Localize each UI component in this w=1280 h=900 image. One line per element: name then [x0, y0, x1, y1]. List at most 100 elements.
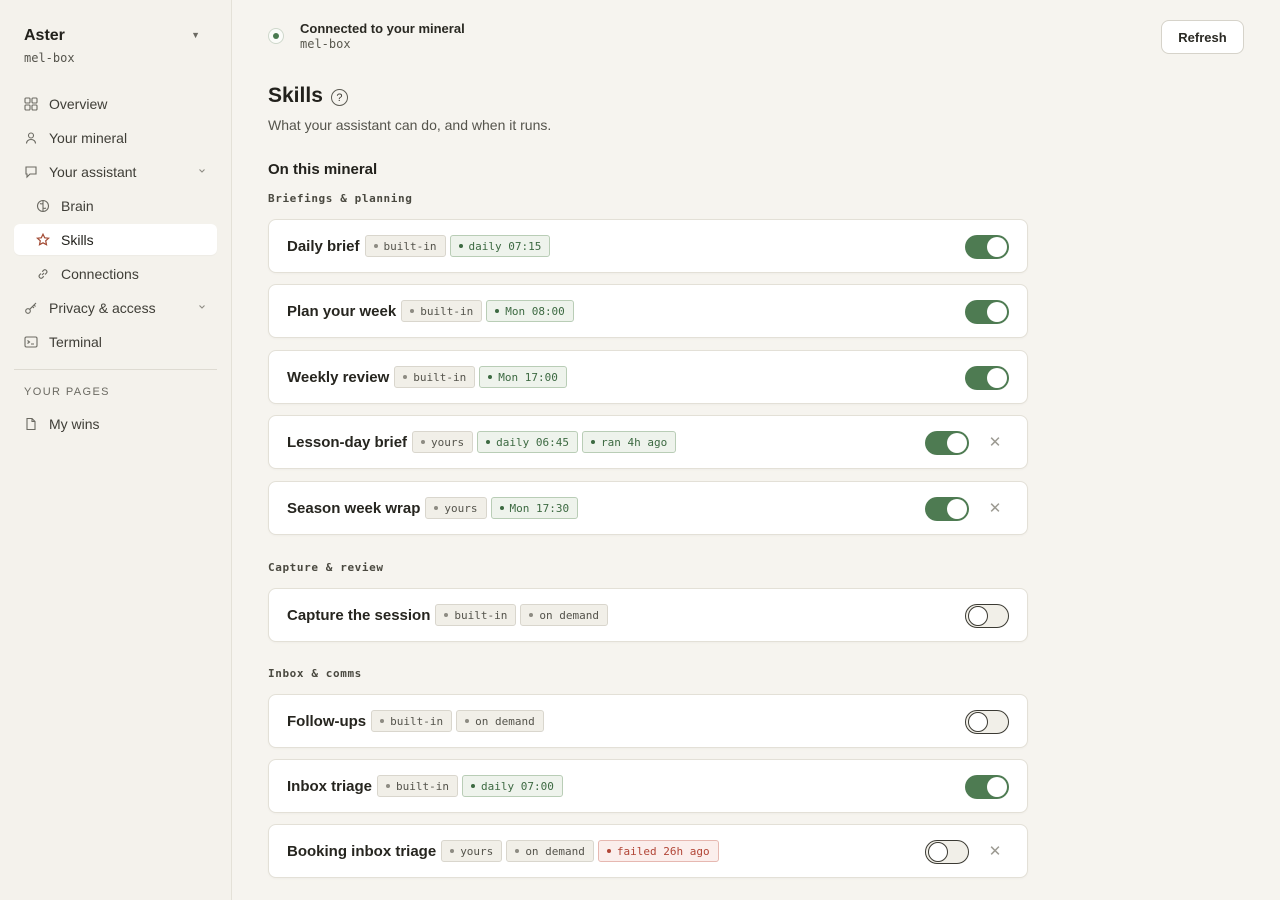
close-icon[interactable]: ✕ [987, 842, 1003, 860]
skill-name: Booking inbox triage [287, 842, 437, 860]
workspace-name: Aster [24, 27, 65, 44]
skill-tag: Mon 17:30 [490, 497, 579, 519]
chevron-down-icon [199, 169, 205, 173]
tag-dot-icon [465, 719, 470, 723]
tag-label: daily 07:00 [481, 779, 554, 793]
page-title-row: Skills ? [268, 84, 348, 108]
caret-down-icon: ▼ [191, 30, 200, 40]
skill-toggle[interactable] [965, 604, 1009, 628]
workspace-host: mel-box [24, 51, 75, 65]
tag-dot-icon [495, 309, 500, 313]
skill-name: Plan your week [287, 302, 397, 320]
skill-toggle[interactable] [925, 431, 969, 455]
skill-toggle[interactable] [965, 235, 1009, 259]
skill-name: Daily brief [287, 237, 360, 255]
skill-toggle[interactable] [965, 366, 1009, 390]
tag-dot-icon [410, 309, 415, 313]
skill-card: Weekly review built-in Mon 17:00 [268, 350, 1028, 404]
sidebar-item-your-mineral[interactable]: Your mineral [14, 122, 217, 153]
close-icon[interactable]: ✕ [987, 499, 1003, 517]
toggle-knob [968, 712, 988, 732]
tag-label: built-in [454, 608, 508, 622]
key-icon [24, 301, 38, 315]
toggle-knob [987, 368, 1007, 388]
skill-toggle[interactable] [965, 710, 1009, 734]
toggle-knob [968, 606, 988, 626]
sidebar-item-your-assistant[interactable]: Your assistant [14, 156, 217, 187]
toggle-knob [987, 777, 1007, 797]
sidebar-item-label: Connections [61, 265, 139, 282]
skill-toggle[interactable] [925, 497, 969, 521]
status-indicator-icon [268, 28, 284, 44]
tag-label: daily 07:15 [468, 239, 542, 253]
tag-label: built-in [420, 304, 474, 318]
refresh-button[interactable]: Refresh [1161, 20, 1244, 54]
skill-toggle[interactable] [925, 840, 969, 864]
skill-name: Capture the session [287, 606, 431, 624]
tag-dot-icon [486, 440, 491, 444]
sidebar-item-privacy-access[interactable]: Privacy & access [14, 292, 217, 323]
sidebar-item-label: Skills [61, 231, 94, 248]
sidebar-item-connections[interactable]: Connections [14, 258, 217, 289]
tag-dot-icon [434, 506, 439, 510]
tag-label: yours [431, 435, 465, 449]
skill-card: Capture the session built-in on demand [268, 588, 1028, 642]
grid-icon [24, 96, 38, 111]
sidebar-item-skills[interactable]: Skills [14, 224, 217, 255]
skill-tag: Mon 08:00 [486, 300, 574, 322]
workspace-switcher[interactable]: Aster mel-box ▼ [24, 27, 204, 67]
link-icon [36, 267, 50, 281]
skill-name: Follow-ups [287, 712, 367, 730]
tag-label: built-in [396, 779, 449, 793]
skill-tag: daily 06:45 [477, 431, 579, 453]
skill-tag: daily 07:15 [449, 235, 551, 257]
toggle-knob [947, 499, 967, 519]
tag-label: built-in [390, 714, 444, 728]
sidebar-item-terminal[interactable]: Terminal [14, 326, 217, 357]
tag-label: ran 4h ago [601, 435, 668, 449]
toggle-knob [987, 302, 1007, 322]
skill-toggle[interactable] [965, 300, 1009, 324]
connection-status: Connected to your mineral mel-box [268, 22, 465, 52]
tag-dot-icon [444, 613, 449, 617]
tag-dot-icon [471, 784, 475, 788]
skill-card: Inbox triage built-in daily 07:00 [268, 759, 1028, 813]
skill-card: Follow-ups built-in on demand [268, 694, 1028, 748]
skill-toggle[interactable] [965, 775, 1009, 799]
document-icon [24, 417, 38, 431]
chevron-down-icon [199, 305, 205, 309]
sidebar-item-brain[interactable]: Brain [14, 190, 217, 221]
skill-card: Booking inbox triage yours on demand failed… [268, 824, 1028, 878]
tag-dot-icon [515, 849, 520, 853]
brain-icon [36, 199, 50, 213]
tag-dot-icon [421, 440, 426, 444]
sidebar-item-my-wins[interactable]: My wins [14, 408, 217, 439]
tag-dot-icon [606, 849, 611, 853]
sidebar-nav: Overview Your mineral Your assistant Bra… [14, 88, 217, 442]
tag-label: yours [460, 844, 494, 858]
tag-dot-icon [458, 244, 463, 248]
close-icon[interactable]: ✕ [987, 433, 1003, 451]
tag-label: on demand [475, 714, 535, 728]
star-icon [36, 232, 50, 247]
sidebar-item-label: Privacy & access [49, 299, 156, 316]
skill-tag: on demand [506, 840, 594, 862]
chat-bubble-icon [24, 165, 38, 179]
sidebar-item-label: Your assistant [49, 163, 137, 180]
skill-card: Season week wrap yours Mon 17:30 ✕ [268, 481, 1028, 535]
skill-tag: yours [425, 497, 487, 519]
help-icon[interactable]: ? [330, 89, 348, 106]
tag-label: yours [444, 501, 478, 515]
tag-dot-icon [591, 440, 596, 444]
tag-label: daily 06:45 [496, 435, 570, 449]
user-icon [24, 131, 38, 145]
tag-label: built-in [383, 239, 437, 253]
tag-dot-icon [450, 849, 455, 853]
sidebar-item-overview[interactable]: Overview [14, 88, 217, 119]
skill-tag: failed 26h ago [597, 840, 719, 862]
tag-label: Mon 17:30 [509, 501, 570, 515]
tag-label: on demand [525, 844, 585, 858]
sidebar-divider [14, 369, 217, 370]
tag-dot-icon [529, 613, 534, 617]
skill-tag: built-in [394, 366, 476, 388]
